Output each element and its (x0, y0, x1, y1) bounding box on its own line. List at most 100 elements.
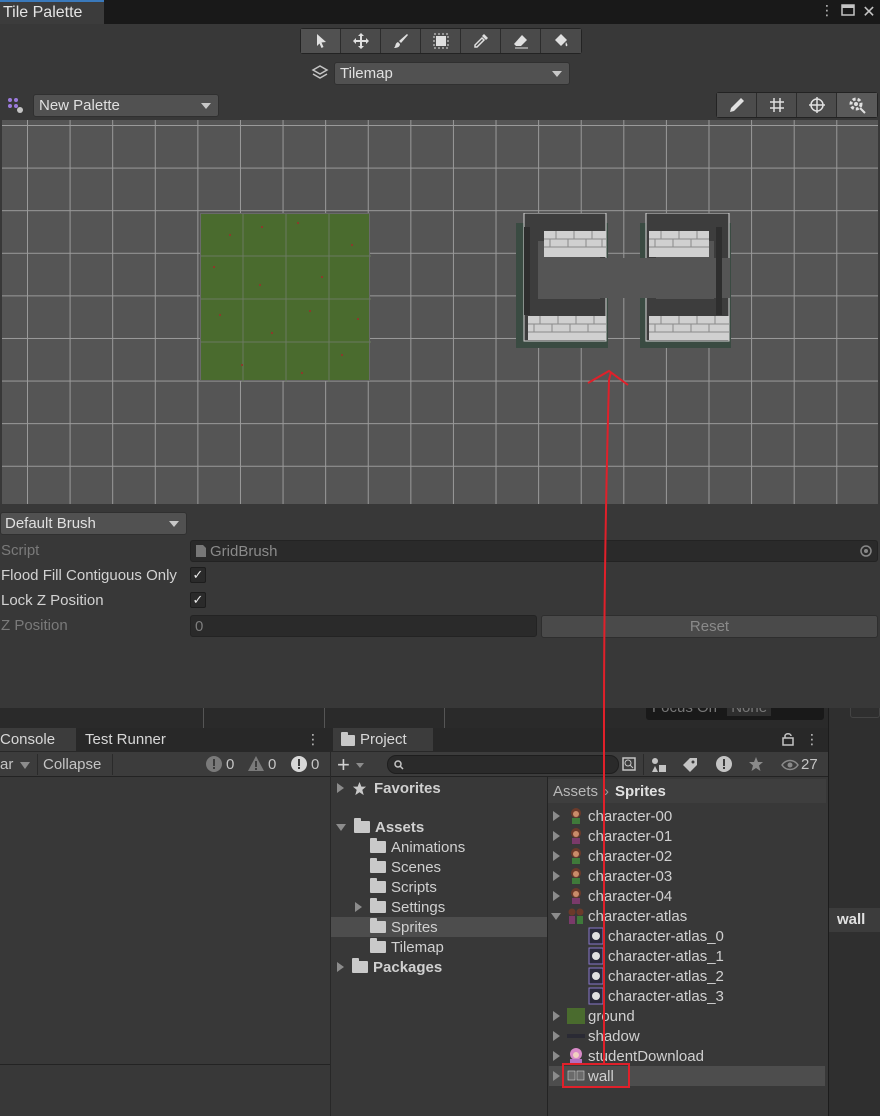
box-fill-tool-button[interactable] (421, 29, 461, 53)
tree-item-tilemap[interactable]: Tilemap (370, 937, 444, 957)
tab-project-label: Project (360, 731, 407, 748)
create-asset-button[interactable]: + (337, 752, 364, 778)
flood-fill-checkbox[interactable]: ✓ (190, 567, 206, 583)
expand-arrow-icon[interactable] (552, 1071, 560, 1081)
tree-item-label: Settings (391, 898, 446, 916)
log-filter-toggle[interactable]: 0 (205, 755, 234, 773)
expand-arrow-icon[interactable] (552, 1031, 560, 1041)
palette-settings-button[interactable] (837, 93, 877, 117)
tab-test-runner[interactable]: Test Runner (77, 728, 174, 751)
chevron-down-icon[interactable] (20, 762, 30, 769)
eraser-tool-button[interactable] (501, 29, 541, 53)
character-sprite-icon (571, 888, 581, 904)
collapse-button[interactable]: Collapse (43, 756, 101, 773)
tab-project[interactable]: Project (333, 728, 433, 751)
kebab-icon[interactable]: ⋮ (306, 731, 320, 748)
filter-by-type-icon[interactable] (650, 756, 668, 774)
asset-name: character-atlas (588, 907, 688, 925)
list-item[interactable]: studentDownload (549, 1046, 826, 1066)
list-item-wall[interactable]: wall (549, 1066, 826, 1086)
expand-arrow-icon[interactable] (355, 902, 362, 912)
breadcrumb: Assets › Sprites (548, 779, 826, 803)
palette-grid-canvas[interactable] (2, 120, 878, 504)
toggle-grid-button[interactable] (757, 93, 797, 117)
tree-item-scenes[interactable]: Scenes (370, 857, 441, 877)
select-tool-button[interactable] (301, 29, 341, 53)
list-item[interactable]: character-atlas_0 (549, 926, 826, 946)
expand-arrow-icon[interactable] (337, 783, 344, 793)
tab-console[interactable]: Console (0, 728, 76, 751)
list-item[interactable]: character-atlas_2 (549, 966, 826, 986)
list-item[interactable]: character-03 (549, 866, 826, 886)
list-item[interactable]: character-01 (549, 826, 826, 846)
expand-arrow-icon[interactable] (552, 851, 560, 861)
list-item[interactable]: character-00 (549, 806, 826, 826)
list-item[interactable]: character-04 (549, 886, 826, 906)
expand-arrow-icon[interactable] (552, 871, 560, 881)
tree-item-assets[interactable]: Assets (336, 817, 424, 837)
scene-grid-divider (444, 706, 445, 728)
breadcrumb-assets[interactable]: Assets (553, 783, 598, 800)
label-tag-icon[interactable] (682, 757, 698, 773)
gizmos-button[interactable] (797, 93, 837, 117)
list-item[interactable]: character-atlas_1 (549, 946, 826, 966)
edit-palette-button[interactable] (717, 93, 757, 117)
search-by-type-icon[interactable] (621, 756, 637, 772)
tree-item-label: Tilemap (391, 938, 444, 956)
error-filter-toggle[interactable]: 0 (290, 755, 319, 773)
list-item[interactable]: shadow (549, 1026, 826, 1046)
brush-dropdown[interactable]: Default Brush (0, 512, 187, 535)
scene-grid-divider (324, 706, 325, 728)
move-tool-button[interactable] (341, 29, 381, 53)
tile-palette-tab-label: Tile Palette (3, 4, 83, 21)
tile-palette-tab[interactable]: Tile Palette (0, 0, 104, 24)
pencil-icon (729, 98, 744, 112)
z-position-field[interactable]: 0 (190, 615, 537, 637)
kebab-icon[interactable]: ⋮ (818, 2, 836, 22)
warning-filter-toggle[interactable]: 0 (247, 755, 276, 773)
tree-item-packages[interactable]: Packages (337, 957, 442, 977)
tree-item-sprites[interactable]: Sprites (370, 917, 438, 937)
console-detail-divider (0, 1064, 330, 1065)
expand-arrow-icon[interactable] (552, 831, 560, 841)
layers-icon (311, 65, 329, 79)
breadcrumb-sprites[interactable]: Sprites (615, 783, 666, 800)
kebab-icon[interactable]: ⋮ (805, 731, 819, 748)
list-item[interactable]: ground (549, 1006, 826, 1026)
favorite-star-icon[interactable] (748, 756, 764, 772)
sub-sprite-icon (588, 927, 604, 945)
paint-brush-tool-button[interactable] (381, 29, 421, 53)
tree-item-settings[interactable]: Settings (355, 897, 445, 917)
expand-arrow-icon[interactable] (552, 1011, 560, 1021)
clear-button[interactable]: ar (0, 756, 13, 773)
expand-arrow-icon[interactable] (552, 1051, 560, 1061)
folder-open-icon (354, 818, 370, 833)
wall-tile-block[interactable] (516, 213, 731, 348)
list-item[interactable]: character-02 (549, 846, 826, 866)
collapse-arrow-icon[interactable] (336, 823, 346, 831)
expand-arrow-icon[interactable] (337, 962, 344, 972)
list-item[interactable]: character-atlas_3 (549, 986, 826, 1006)
maximize-icon[interactable] (840, 2, 858, 22)
palette-dropdown[interactable]: New Palette (33, 94, 219, 117)
expand-arrow-icon[interactable] (552, 891, 560, 901)
list-item[interactable]: character-atlas (549, 906, 826, 926)
tree-item-scripts[interactable]: Scripts (370, 877, 437, 897)
close-icon[interactable]: ✕ (860, 2, 878, 22)
tree-item-animations[interactable]: Animations (370, 837, 465, 857)
tree-item-favorites[interactable]: Favorites (337, 778, 441, 798)
character-sprite-icon (571, 808, 581, 824)
active-tilemap-dropdown[interactable]: Tilemap (334, 62, 570, 85)
grass-tile-block[interactable] (200, 213, 371, 382)
log-filter-icon[interactable] (715, 755, 733, 773)
search-input[interactable] (387, 755, 619, 774)
fill-tool-button[interactable] (541, 29, 581, 53)
object-picker-icon[interactable] (859, 544, 873, 558)
lock-z-checkbox[interactable]: ✓ (190, 592, 206, 608)
reset-button[interactable]: Reset (541, 615, 878, 638)
lock-icon[interactable] (782, 732, 794, 746)
picker-tool-button[interactable] (461, 29, 501, 53)
expand-arrow-icon[interactable] (552, 811, 560, 821)
collapse-arrow-icon[interactable] (551, 912, 561, 920)
hidden-packages-toggle[interactable]: 27 (781, 756, 818, 773)
